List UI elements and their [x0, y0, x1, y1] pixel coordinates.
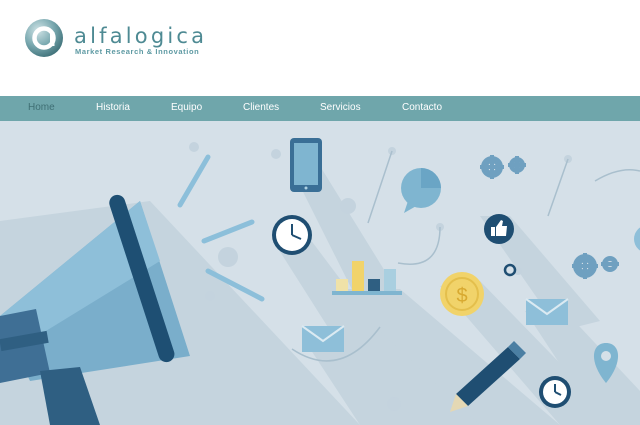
gears-icon	[480, 155, 526, 179]
nav-item-equipo[interactable]: Equipo	[171, 96, 202, 121]
brand-tagline: Market Research & Innovation	[75, 47, 200, 56]
nav-item-home[interactable]: Home	[28, 96, 55, 121]
envelope-icon	[525, 298, 569, 325]
dollar-coin-icon: $	[440, 272, 484, 316]
brand-name[interactable]: alfalogica	[74, 24, 207, 48]
nav-item-contacto[interactable]: Contacto	[402, 96, 442, 121]
clock-icon	[272, 215, 312, 255]
smartphone-icon	[290, 138, 322, 192]
envelope-icon	[301, 325, 345, 352]
site-header: alfalogica Market Research & Innovation	[0, 0, 640, 96]
gears-icon	[572, 253, 619, 279]
nav-item-clientes[interactable]: Clientes	[243, 96, 279, 121]
nav-item-servicios[interactable]: Servicios	[320, 96, 361, 121]
speech-bubble-icon	[401, 168, 441, 213]
main-nav: Home Historia Equipo Clientes Servicios …	[0, 96, 640, 121]
coin-symbol: $	[456, 285, 467, 307]
nav-item-historia[interactable]: Historia	[96, 96, 130, 121]
hero-illustration: $	[0, 138, 640, 425]
thumbs-up-icon	[484, 214, 514, 244]
alfalogica-logo-icon[interactable]	[24, 18, 64, 58]
clock-icon	[539, 376, 571, 408]
hero-banner: $	[0, 121, 640, 425]
